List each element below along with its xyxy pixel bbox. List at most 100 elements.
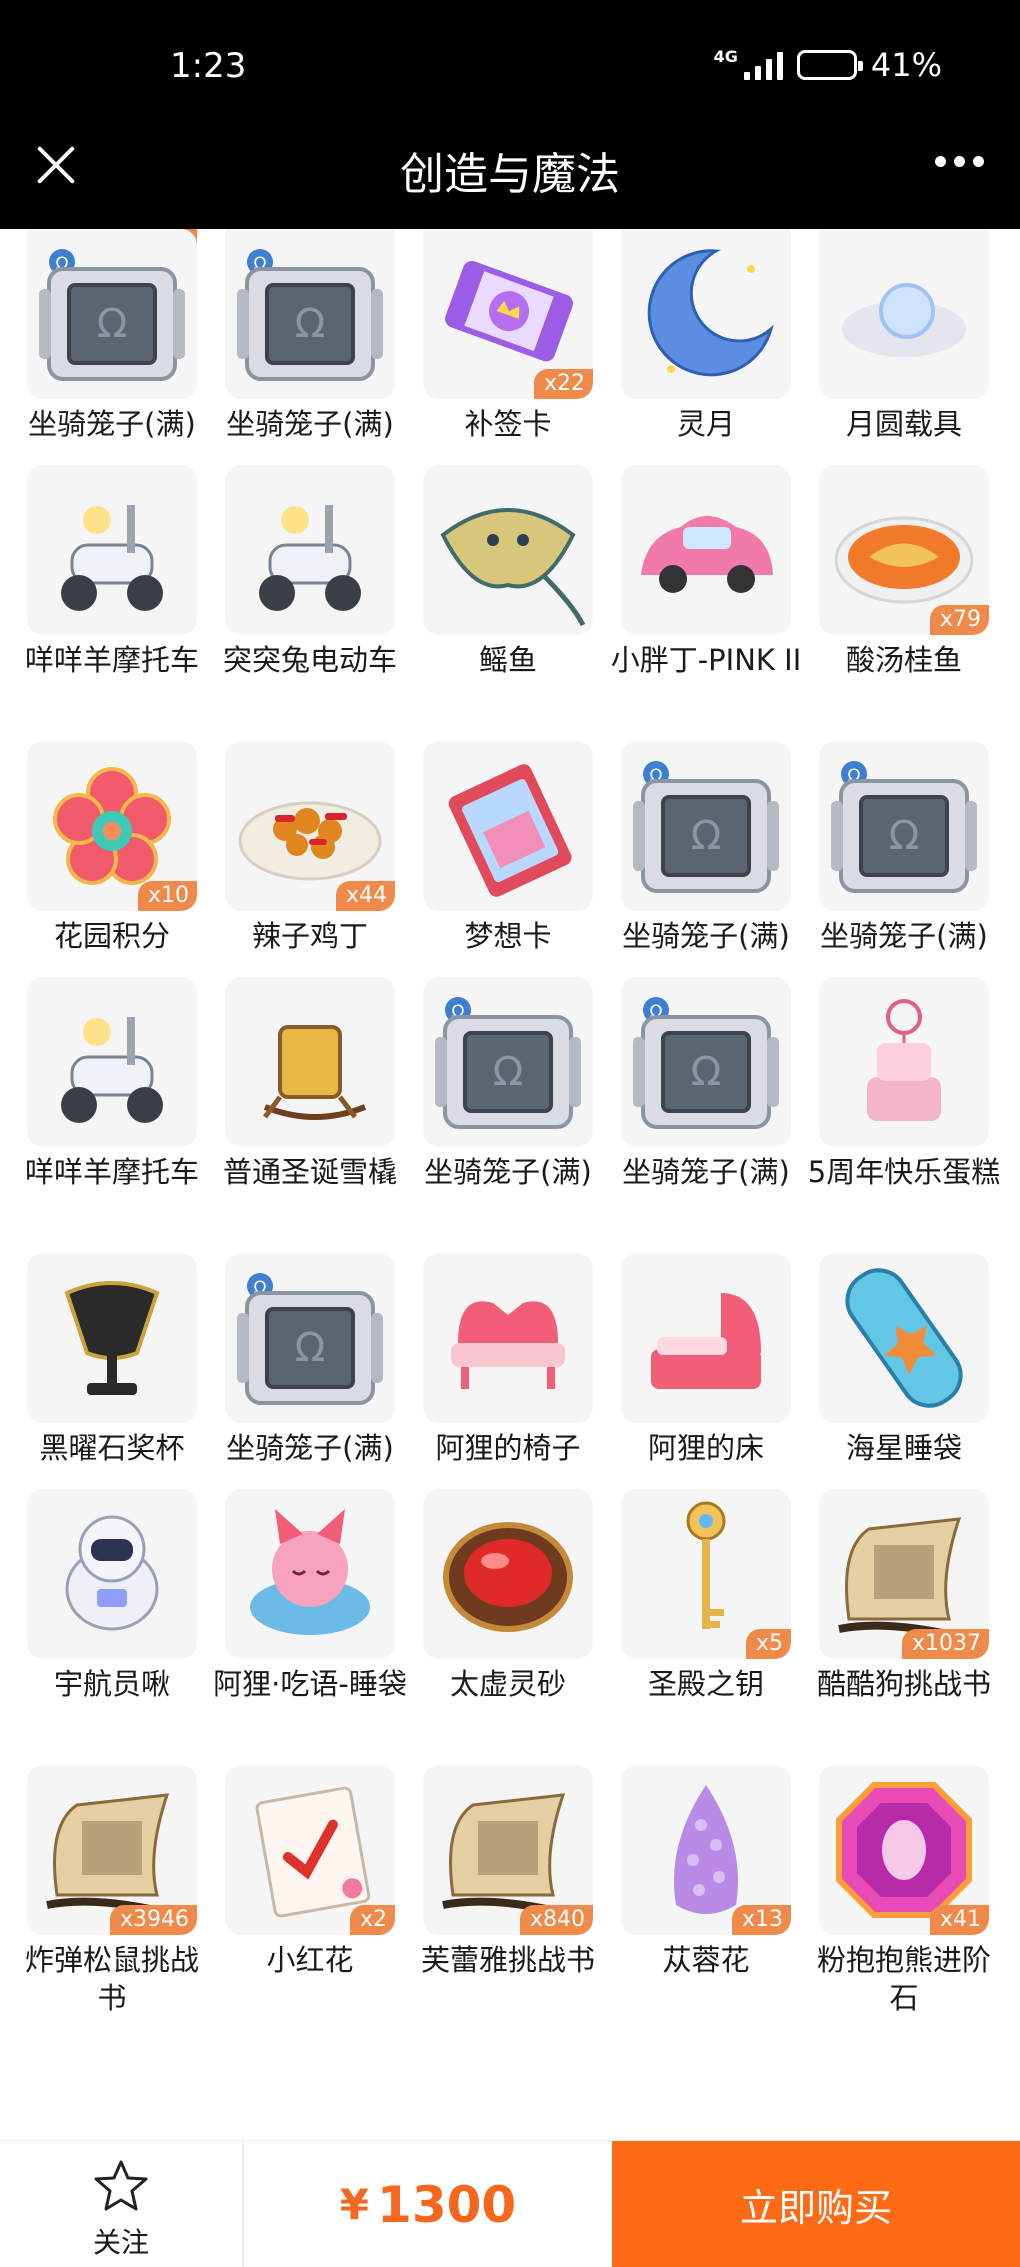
sled-icon [263,1025,367,1120]
item-name: 坐骑笼子(满) [28,407,196,441]
item-name: 5周年快乐蛋糕 [807,1155,1001,1189]
item-name: 宇航员啾 [53,1667,170,1701]
scooter-icon [61,505,163,611]
item-card[interactable]: 海星睡袋 [819,1253,989,1467]
item-card[interactable]: 阿狸·吃语-睡袋 [213,1489,407,1703]
star-icon [94,2160,148,2211]
quantity-badge: x10 [137,881,197,911]
item-thumbnail: Ω Ω [225,229,395,399]
network-type: 4G [713,46,738,66]
item-card[interactable]: 宇航员啾 [27,1489,197,1703]
item-thumbnail [423,1489,593,1659]
quantity-badge: x3946 [109,1905,197,1935]
item-card[interactable]: 月圆载具 [819,229,989,443]
item-name: 咩咩羊摩托车 [24,1155,199,1189]
currency-symbol: ¥ [339,2180,370,2229]
item-name: 咩咩羊摩托车 [24,643,199,677]
buy-now-button[interactable]: 立即购买 [612,2141,1020,2267]
mount-cage-icon: Ω Ω [435,997,581,1129]
svg-text:Ω: Ω [493,1049,524,1095]
item-card[interactable]: x3946 炸弹松鼠挑战书 [25,1765,199,2017]
item-card[interactable]: 黑曜石奖杯 [27,1253,197,1467]
item-grid-viewport[interactable]: x136海带排骨汤坐骑笼子(满)坐骑笼子(满)坐骑笼子(满)坐骑笼子(满)Ω Ω… [0,229,1020,2140]
svg-text:Ω: Ω [889,813,920,859]
item-card[interactable]: Ω Ω 坐骑笼子(满) [621,977,791,1191]
red-gem-icon [443,1522,573,1632]
item-card[interactable]: 鳐鱼 [423,465,593,679]
item-name: 辣子鸡丁 [251,919,368,953]
item-card[interactable]: x22 补签卡 [423,229,593,443]
item-card[interactable]: 阿狸的床 [621,1253,791,1467]
item-card[interactable]: 阿狸的椅子 [423,1253,593,1467]
item-thumbnail: x3946 [27,1765,197,1935]
item-thumbnail: Ω Ω [819,741,989,911]
item-name: 太虚灵砂 [449,1667,566,1701]
moon-cloud-icon [842,283,966,357]
item-name: 芙蕾雅挑战书 [420,1943,595,1977]
item-card[interactable]: 突突兔电动车 [223,465,397,679]
item-card[interactable]: x13 苁蓉花 [621,1765,791,1979]
item-card[interactable]: x79 酸汤桂鱼 [819,465,989,679]
item-card[interactable]: 灵月 [621,229,791,443]
price: ¥ 1300 [244,2141,612,2267]
item-thumbnail [621,229,791,399]
item-card[interactable]: Ω Ω 坐骑笼子(满) [423,977,593,1191]
item-name: 酸汤桂鱼 [845,643,962,677]
bed-icon [651,1293,761,1389]
quantity-badge: x2 [349,1905,395,1935]
mount-cage-icon: Ω Ω [237,249,383,381]
item-card[interactable]: x2 小红花 [225,1765,395,1979]
item-card[interactable]: Ω Ω 坐骑笼子(满) [621,741,791,955]
item-name: 坐骑笼子(满) [622,919,790,953]
fox-sleeping-bag-icon [250,1509,370,1635]
scooter-icon [259,505,361,611]
item-card[interactable]: 普通圣诞雪橇 [223,977,397,1191]
item-name: 灵月 [676,407,735,441]
page-title: 创造与魔法 [400,149,620,200]
item-thumbnail [225,977,395,1147]
item-card[interactable]: x1037 酷酷狗挑战书 [817,1489,991,1703]
mount-cage-icon: Ω Ω [237,1273,383,1405]
item-thumbnail [423,741,593,911]
quantity-badge: x79 [929,605,989,635]
scooter-icon [61,1017,163,1123]
item-name: 黑曜石奖杯 [39,1431,185,1465]
item-card[interactable]: Ω Ω 坐骑笼子(满) [819,741,989,955]
item-card[interactable]: 太虚灵砂 [423,1489,593,1703]
item-card[interactable]: x840 芙蕾雅挑战书 [421,1765,595,1979]
item-thumbnail: x10 [27,741,197,911]
item-card[interactable]: 咩咩羊摩托车 [25,977,199,1191]
svg-text:Ω: Ω [295,301,326,347]
item-card[interactable]: x41 粉抱抱熊进阶石 [817,1765,991,2017]
item-card[interactable]: Ω Ω 坐骑笼子(满) [225,229,395,443]
item-card[interactable]: 梦想卡 [423,741,593,955]
trophy-icon [64,1281,160,1395]
item-card[interactable]: Ω Ω 坐骑笼子(满) [225,1253,395,1467]
item-thumbnail [225,465,395,635]
follow-button[interactable]: 关注 [0,2141,242,2267]
item-name: 阿狸的床 [647,1431,764,1465]
item-thumbnail: Ω Ω [27,229,197,399]
item-card[interactable]: x44 辣子鸡丁 [225,741,395,955]
item-card[interactable]: x5 圣殿之钥 [621,1489,791,1703]
item-name: 炸弹松鼠挑战书 [24,1943,199,2015]
item-card[interactable]: 5周年快乐蛋糕 [808,977,1000,1191]
more-options-icon[interactable] [935,156,984,167]
item-name: 坐骑笼子(满) [226,1431,394,1465]
item-thumbnail: x41 [819,1765,989,1935]
item-card[interactable]: 咩咩羊摩托车 [25,465,199,679]
item-thumbnail [819,229,989,399]
item-name: 圣殿之钥 [647,1667,764,1701]
quantity-badge: x44 [335,881,395,911]
mount-cage-icon: Ω Ω [633,997,779,1129]
item-card[interactable]: Ω Ω 坐骑笼子(满) [27,229,197,443]
stingray-icon [440,508,586,627]
item-thumbnail: Ω Ω [621,977,791,1147]
item-name: 普通圣诞雪橇 [222,1155,397,1189]
mount-cage-icon: Ω Ω [39,249,185,381]
item-card[interactable]: x10 花园积分 [27,741,197,955]
item-thumbnail: x44 [225,741,395,911]
bottom-bar: 关注 ¥ 1300 立即购买 [0,2140,1020,2267]
item-name: 坐骑笼子(满) [424,1155,592,1189]
item-card[interactable]: 小胖丁-PINK II [611,465,801,679]
